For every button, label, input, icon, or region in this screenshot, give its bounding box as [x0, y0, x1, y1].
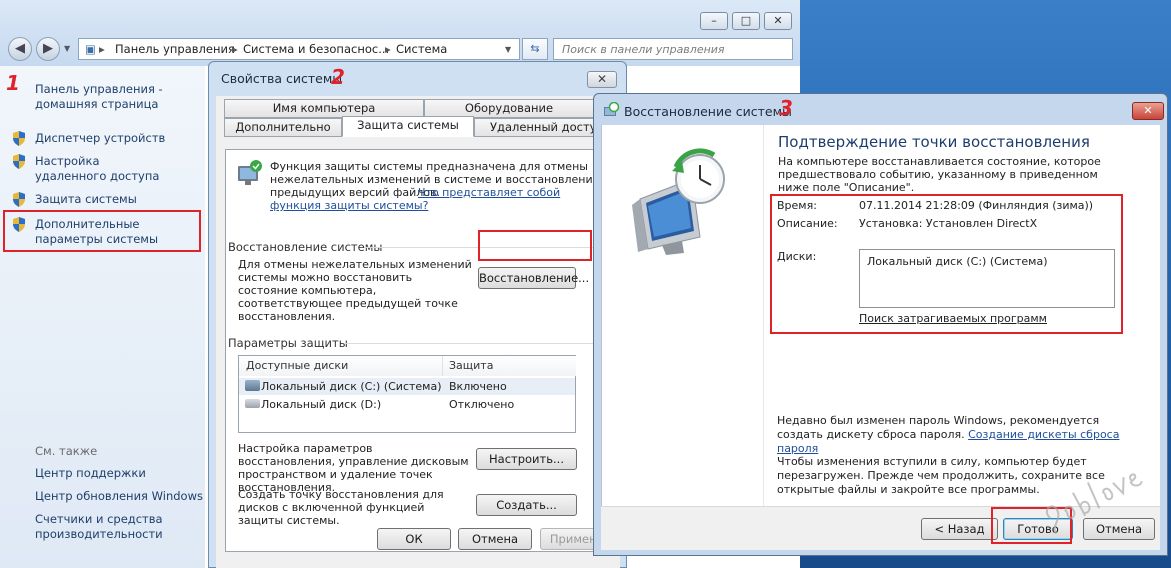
search-input[interactable]: Поиск в панели управления — [553, 38, 793, 60]
tab-advanced[interactable]: Дополнительно — [224, 118, 342, 137]
drive-name: Локальный диск (C:) (Система) — [261, 380, 442, 393]
back-button[interactable]: < Назад — [921, 518, 998, 540]
maximize-button[interactable]: □ — [732, 12, 760, 30]
close-icon[interactable]: ✕ — [587, 71, 617, 88]
dialog-title: Восстановление системы — [624, 104, 792, 119]
wizard-banner — [601, 125, 763, 506]
wizard-subtext: На компьютере восстанавливается состояни… — [778, 155, 1101, 194]
shield-icon — [13, 154, 25, 169]
tab-panel: Функция защиты системы предназначена для… — [225, 149, 615, 552]
restore-monitor-clock-icon — [632, 148, 725, 255]
ok-button[interactable]: ОК — [377, 528, 451, 550]
sidebar-item-remote-settings[interactable]: Настройка удаленного доступа — [35, 154, 170, 184]
address-dropdown-icon[interactable]: ▼ — [505, 45, 511, 54]
see-also-windows-update[interactable]: Центр обновления Windows — [35, 489, 205, 504]
breadcrumb-item[interactable]: Панель управления — [115, 42, 235, 56]
shield-icon — [13, 131, 25, 146]
breadcrumb-item[interactable]: Система и безопаснос... — [243, 42, 389, 56]
drive-protection-status: Включено — [449, 380, 507, 393]
password-text: Недавно был изменен пароль Windows, реко… — [777, 414, 1120, 455]
sidebar-item-device-manager[interactable]: Диспетчер устройств — [35, 131, 195, 146]
protection-group-label: Параметры защиты — [228, 336, 348, 350]
sidebar-home-link[interactable]: Панель управления - домашняя страница — [35, 82, 185, 112]
minimize-button[interactable]: – — [700, 12, 728, 30]
close-button[interactable]: ✕ — [764, 12, 792, 30]
create-button[interactable]: Создать... — [476, 494, 577, 516]
see-also-performance[interactable]: Счетчики и средства производительности — [35, 512, 175, 542]
tab-system-protection[interactable]: Защита системы — [342, 116, 474, 137]
watermark-logo — [1045, 473, 1143, 535]
configure-text: Настройка параметров восстановления, упр… — [238, 442, 469, 494]
wizard-heading: Подтверждение точки восстановления — [778, 133, 1090, 151]
history-dropdown-icon[interactable]: ▼ — [64, 44, 70, 53]
refresh-icon[interactable]: ⇆ — [522, 38, 548, 60]
close-icon[interactable]: ✕ — [1132, 102, 1164, 120]
system-properties-dialog: Свойства системы ✕ Имя компьютера Оборуд… — [208, 61, 627, 568]
create-text: Создать точку восстановления для дисков … — [238, 488, 444, 527]
drive-protection-status: Отключено — [449, 398, 515, 411]
column-header[interactable]: Защита — [443, 356, 576, 376]
step-number: 1 — [6, 71, 20, 95]
table-row[interactable]: Локальный диск (C:) (Система) Включено — [239, 378, 575, 395]
monitor-shield-icon — [238, 160, 262, 185]
drives-table: Доступные диски Защита Локальный диск (C… — [238, 355, 576, 433]
table-row[interactable]: Локальный диск (D:) Отключено — [239, 396, 575, 413]
restore-text: Для отмены нежелательных изменений систе… — [238, 258, 472, 323]
drive-name: Локальный диск (D:) — [261, 398, 382, 411]
step-number: 3 — [779, 96, 793, 120]
dialog-title: Свойства системы — [221, 71, 343, 86]
protection-help-link[interactable]: Что представляет собой функция защиты си… — [270, 186, 600, 212]
drive-icon — [245, 380, 260, 391]
drive-icon — [245, 399, 260, 408]
sidebar-item-system-protection[interactable]: Защита системы — [35, 192, 195, 207]
column-header[interactable]: Доступные диски — [239, 356, 443, 376]
sidebar: Панель управления - домашняя страница Ди… — [0, 66, 205, 568]
breadcrumb-item[interactable]: Система — [396, 42, 447, 56]
see-also-heading: См. также — [35, 444, 98, 458]
highlight-box — [478, 230, 592, 261]
restore-button[interactable]: Восстановление... — [478, 267, 589, 289]
restore-group-label: Восстановление системы — [228, 240, 383, 254]
highlight-box — [3, 210, 201, 252]
cancel-button[interactable]: Отмена — [458, 528, 532, 550]
address-bar[interactable]: ▣ ▸ Панель управления ▸ Система и безопа… — [78, 38, 520, 60]
computer-icon: ▣ — [85, 42, 96, 56]
shield-icon — [13, 192, 25, 207]
system-restore-icon — [604, 102, 620, 116]
configure-button[interactable]: Настроить... — [476, 448, 577, 470]
see-also-action-center[interactable]: Центр поддержки — [35, 466, 200, 481]
forward-arrow-icon[interactable]: ▶ — [36, 37, 60, 61]
back-arrow-icon[interactable]: ◀ — [8, 37, 32, 61]
highlight-box — [770, 194, 1123, 334]
dialog-body: Имя компьютера Оборудование Дополнительн… — [216, 96, 620, 568]
step-number: 2 — [331, 65, 345, 89]
